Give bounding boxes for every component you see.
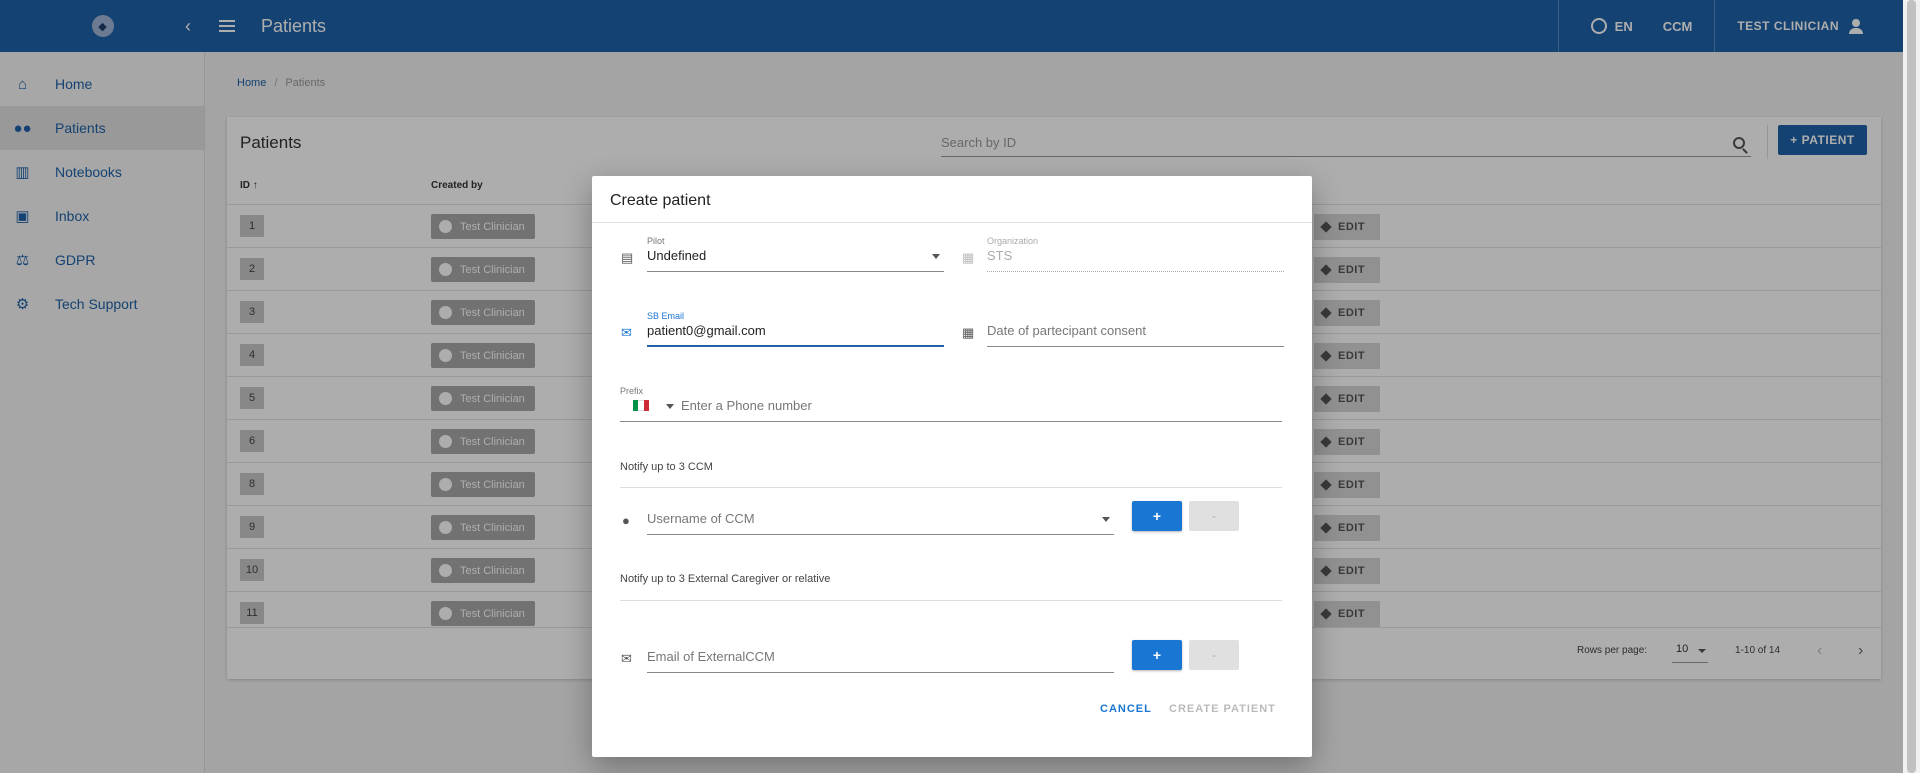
divider [620,487,1282,488]
italy-flag-icon[interactable] [633,400,649,411]
cancel-button[interactable]: CANCEL [1100,703,1152,715]
divider [620,600,1282,601]
add-ccm-button[interactable]: + [1132,501,1182,531]
organization-field: Organization STS [987,236,1284,272]
pilot-select[interactable]: Pilot Undefined [647,236,944,272]
scrollbar-thumb[interactable] [1907,0,1916,773]
remove-ccm-button[interactable]: - [1189,501,1239,531]
ccm-username-select[interactable]: Username of CCM [647,499,1114,535]
email-label: SB Email [647,311,685,321]
chevron-down-icon [932,254,940,263]
phone-placeholder: Enter a Phone number [681,398,812,413]
calendar-icon: ▦ [962,325,975,340]
consent-placeholder: Date of partecipant consent [987,323,1146,338]
badge-icon: ▤ [621,250,634,265]
pilot-label: Pilot [647,236,665,246]
mail-icon: ✉ [621,651,632,666]
ccm-placeholder: Username of CCM [647,511,755,526]
chevron-down-icon [1102,517,1110,526]
chevron-down-icon[interactable] [666,404,674,413]
mail-icon: ✉ [621,325,632,340]
pilot-value: Undefined [647,248,707,263]
building-icon: ▦ [962,250,975,265]
create-patient-button[interactable]: CREATE PATIENT [1169,703,1276,715]
person-icon: ● [622,513,630,528]
scrollbar[interactable] [1903,0,1920,773]
organization-value: STS [987,248,1013,263]
external-placeholder: Email of ExternalCCM [647,649,775,664]
phone-field[interactable]: Prefix Enter a Phone number [620,386,1282,422]
organization-label: Organization [987,236,1039,246]
external-email-field[interactable]: Email of ExternalCCM [647,637,1114,673]
notify-ccm-label: Notify up to 3 CCM [620,461,713,473]
prefix-label: Prefix [620,386,644,396]
create-patient-dialog: Create patient ▤ Pilot Undefined ▦ Organ… [592,176,1312,757]
notify-external-label: Notify up to 3 External Caregiver or rel… [620,573,831,585]
email-value[interactable]: patient0@gmail.com [647,323,766,338]
dialog-title: Create patient [610,192,711,209]
consent-date-field[interactable]: Date of partecipant consent [987,311,1284,347]
email-field[interactable]: SB Email patient0@gmail.com [647,311,944,347]
divider [592,222,1312,223]
add-external-button[interactable]: + [1132,640,1182,670]
remove-external-button[interactable]: - [1189,640,1239,670]
